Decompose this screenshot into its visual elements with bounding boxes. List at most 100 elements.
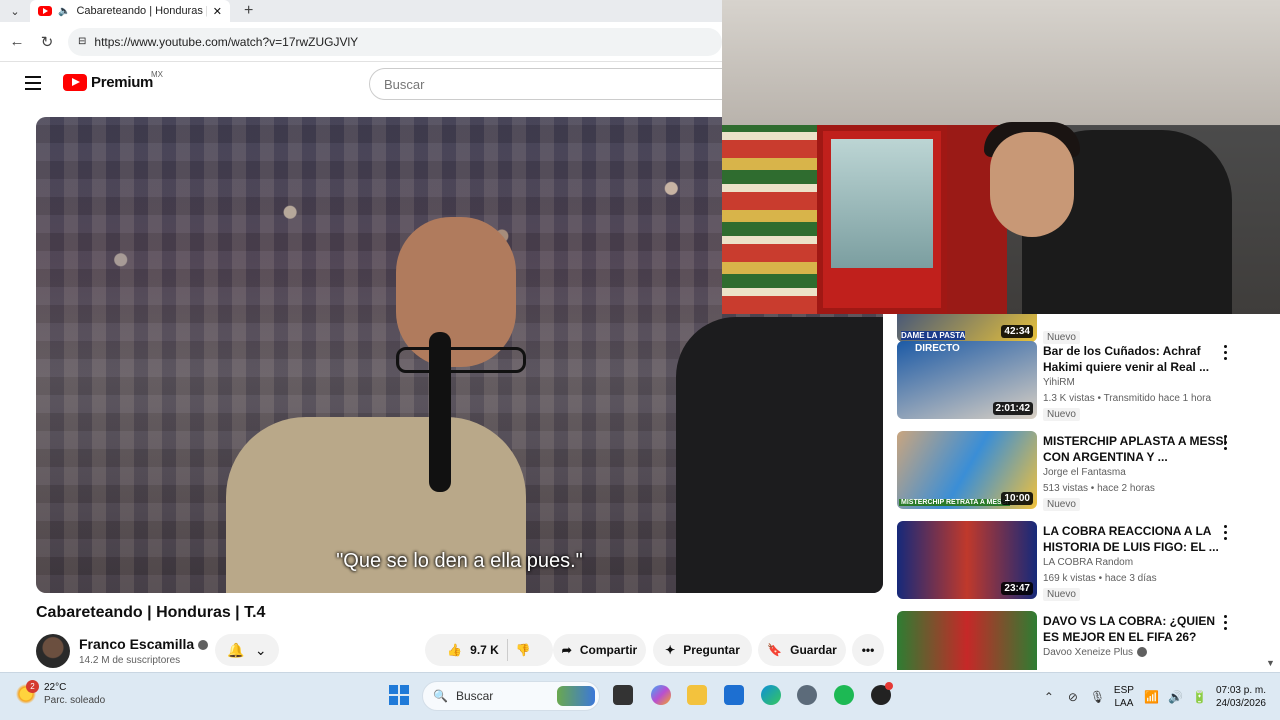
address-toolbar: ← ↻ ⊟ https://www.youtube.com/watch?v=17… xyxy=(0,22,722,62)
notification-bell-button[interactable]: 🔔 ⌄ xyxy=(215,634,279,666)
rec-thumbnail[interactable]: 23:47 xyxy=(897,521,1037,599)
rec-channel[interactable]: LA COBRA Random xyxy=(1043,557,1133,568)
speaker-icon[interactable]: 🔈 xyxy=(58,6,70,17)
clock-time: 07:03 p. m. xyxy=(1215,685,1266,696)
url-text: https://www.youtube.com/watch?v=17rwZUGJ… xyxy=(94,34,359,49)
search-icon: 🔍 xyxy=(433,689,448,703)
tab-list-chevron-icon[interactable]: ⌄ xyxy=(0,5,30,18)
obs-studio-icon[interactable] xyxy=(871,682,893,705)
webcam-snack-shelf xyxy=(722,125,817,314)
spotify-icon[interactable] xyxy=(834,685,854,705)
edge-browser-icon[interactable] xyxy=(761,685,781,705)
rec-title[interactable]: DAVO VS LA COBRA: ¿QUIEN ES MEJOR EN EL … xyxy=(1043,613,1233,645)
recording-dot-icon xyxy=(885,682,893,690)
reload-icon[interactable]: ↻ xyxy=(38,33,56,51)
channel-actions-row: Franco Escamilla 14.2 M de suscriptores … xyxy=(36,632,886,672)
search-input[interactable]: Buscar xyxy=(369,68,729,100)
url-bar[interactable]: ⊟ https://www.youtube.com/watch?v=17rwZU… xyxy=(68,27,722,56)
webcam-fridge xyxy=(817,125,947,314)
recommendations-list: DAME LA PASTA 42:34 Nuevo DIRECTO 2:01:4… xyxy=(897,314,1280,670)
rec-duration: 10:00 xyxy=(1001,492,1033,505)
rec-item-4[interactable]: DAVO VS LA COBRA: ¿QUIEN ES MEJOR EN EL … xyxy=(897,611,1267,670)
network-off-icon[interactable]: ⊘ xyxy=(1066,690,1080,704)
rec-title[interactable]: LA COBRA REACCIONA A LA HISTORIA DE LUIS… xyxy=(1043,523,1233,555)
sun-weather-icon: 2 xyxy=(16,680,39,704)
wifi-icon[interactable]: 📶 xyxy=(1144,690,1159,704)
weather-temp: 22°C xyxy=(44,682,67,693)
rec-channel[interactable]: Jorge el Fantasma xyxy=(1043,467,1126,478)
share-button[interactable]: ➦ Compartir xyxy=(553,634,646,666)
share-label: Compartir xyxy=(579,643,638,657)
bell-icon: 🔔 xyxy=(227,641,245,658)
save-label: Guardar xyxy=(790,643,837,657)
subscriber-count: 14.2 M de suscriptores xyxy=(79,655,181,666)
ask-button[interactable]: ✦ Preguntar xyxy=(653,634,752,666)
logo-region: MX xyxy=(151,70,163,79)
file-explorer-icon[interactable] xyxy=(687,685,707,705)
save-button[interactable]: 🔖 Guardar xyxy=(758,634,846,666)
youtube-premium-logo[interactable]: Premium MX xyxy=(63,70,163,91)
clock[interactable]: 07:03 p. m. 24/03/2026 xyxy=(1216,684,1266,710)
site-info-icon[interactable]: ⊟ xyxy=(78,36,86,47)
rec-item-3[interactable]: 23:47 LA COBRA REACCIONA A LA HISTORIA D… xyxy=(897,521,1267,601)
chevron-up-icon[interactable]: ⌃ xyxy=(1042,690,1056,704)
rec-more-icon[interactable] xyxy=(1219,613,1231,631)
microphone-icon[interactable]: 🎙 xyxy=(1090,690,1105,704)
channel-avatar[interactable] xyxy=(36,634,70,668)
rec-thumbnail[interactable]: DIRECTO 2:01:42 xyxy=(897,341,1037,419)
language-indicator[interactable]: ESP LAA xyxy=(1114,684,1134,710)
rec-title[interactable]: Bar de los Cuñados: Achraf Hakimi quiere… xyxy=(1043,343,1233,375)
webcam-overlay xyxy=(722,0,1280,314)
battery-icon[interactable]: 🔋 xyxy=(1192,690,1207,704)
search-placeholder: Buscar xyxy=(384,76,425,92)
more-actions-button[interactable]: ••• xyxy=(852,634,884,666)
tab-close-icon[interactable]: ✕ xyxy=(213,5,222,18)
notification-badge: 2 xyxy=(26,680,39,693)
rec-duration: 42:34 xyxy=(1001,325,1033,338)
rec-meta: 1.3 K vistas • Transmitido hace 1 hora xyxy=(1043,393,1212,404)
rec-more-icon[interactable] xyxy=(1219,523,1231,541)
share-arrow-icon: ➦ xyxy=(561,643,572,657)
more-horizontal-icon: ••• xyxy=(861,643,875,657)
video-frame-face xyxy=(396,217,516,367)
browser-tab[interactable]: 🔈 Cabareteando | Honduras | T.4 ✕ xyxy=(30,0,230,22)
rec-title[interactable]: MISTERCHIP APLASTA A MESSI CON ARGENTINA… xyxy=(1043,433,1233,465)
rec-thumbnail[interactable]: MISTERCHIP RETRATA A MESSI 10:00 xyxy=(897,431,1037,509)
hamburger-menu-icon[interactable] xyxy=(25,76,41,90)
rec-duration: 2:01:42 xyxy=(992,402,1033,415)
clock-date: 24/03/2026 xyxy=(1215,698,1266,709)
rec-item-2[interactable]: MISTERCHIP RETRATA A MESSI 10:00 MISTERC… xyxy=(897,431,1267,511)
rec-more-icon[interactable] xyxy=(1219,343,1231,361)
like-divider xyxy=(506,639,508,661)
dislike-button[interactable]: 👎 xyxy=(516,643,531,657)
video-frame-microphone xyxy=(429,332,451,492)
volume-icon[interactable]: 🔊 xyxy=(1168,690,1183,704)
like-count: 9.7 K xyxy=(470,643,499,657)
copilot-icon[interactable] xyxy=(651,685,671,705)
task-view-icon[interactable] xyxy=(613,685,633,705)
taskbar-search[interactable]: 🔍 Buscar xyxy=(422,681,600,711)
rec-item-1[interactable]: DIRECTO 2:01:42 Bar de los Cuñados: Achr… xyxy=(897,341,1267,421)
settings-gear-icon[interactable] xyxy=(797,685,817,705)
rec-channel[interactable]: YihiRM xyxy=(1043,377,1075,388)
rec-thumbnail[interactable]: DAME LA PASTA 42:34 xyxy=(897,314,1037,342)
sparkle-icon: ✦ xyxy=(665,643,676,657)
new-tab-button[interactable]: + xyxy=(244,2,253,20)
rec-more-icon[interactable] xyxy=(1219,433,1231,451)
like-dislike-group: 👍 9.7 K 👎 xyxy=(425,634,553,666)
rec-thumbnail[interactable] xyxy=(897,611,1037,670)
chevron-down-icon: ⌄ xyxy=(254,641,267,658)
logo-text: Premium xyxy=(91,74,154,91)
rec-channel[interactable]: Davoo Xeneize Plus xyxy=(1043,647,1148,658)
like-button[interactable]: 👍 9.7 K xyxy=(447,643,499,657)
verified-icon xyxy=(198,640,209,651)
channel-name[interactable]: Franco Escamilla xyxy=(79,636,209,652)
scroll-down-arrow-icon[interactable]: ▼ xyxy=(1266,658,1275,668)
back-arrow-icon[interactable]: ← xyxy=(8,33,26,50)
rec-item-0[interactable]: DAME LA PASTA 42:34 Nuevo xyxy=(897,314,1267,344)
windows-start-icon[interactable] xyxy=(389,685,409,705)
microsoft-store-icon[interactable] xyxy=(724,685,744,705)
tab-title: Cabareteando | Honduras | T.4 xyxy=(76,5,206,17)
weather-widget[interactable]: 2 22°C Parc. soleado xyxy=(16,680,105,707)
rec-badge-new: Nuevo xyxy=(1043,498,1080,511)
